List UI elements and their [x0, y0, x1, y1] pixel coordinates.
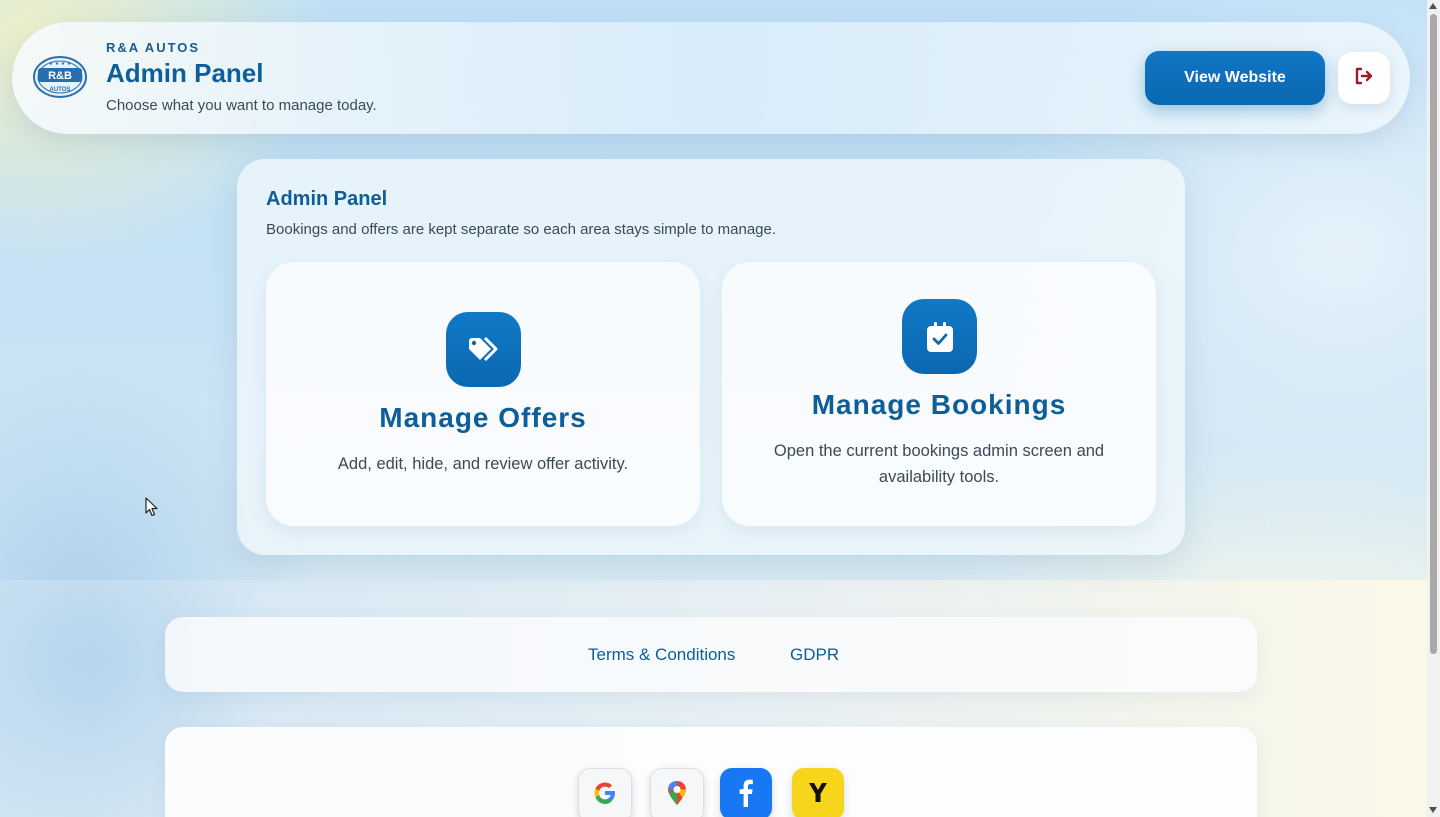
- manage-bookings-card[interactable]: Manage Bookings Open the current booking…: [722, 262, 1156, 526]
- map-pin-icon: [665, 780, 689, 811]
- svg-text:AUTOS: AUTOS: [50, 87, 71, 93]
- logo: R&B AUTOS ★ ★ ★ ★: [32, 54, 88, 100]
- mouse-cursor-icon: [145, 497, 159, 517]
- page-scrollbar[interactable]: [1427, 0, 1440, 817]
- panel-title: Admin Panel: [266, 188, 388, 210]
- svg-text:★ ★ ★ ★: ★ ★ ★ ★: [49, 61, 72, 67]
- yelp-icon: [805, 779, 831, 810]
- manage-bookings-title: Manage Bookings: [811, 389, 1067, 420]
- svg-text:R&B: R&B: [48, 70, 72, 82]
- yelp-link[interactable]: [792, 768, 844, 817]
- scroll-thumb[interactable]: [1430, 14, 1437, 654]
- panel-description: Bookings and offers are kept separate so…: [266, 221, 777, 238]
- manage-bookings-description: Open the current bookings admin screen a…: [773, 442, 1105, 486]
- scroll-down-icon[interactable]: [1429, 807, 1437, 813]
- view-website-button[interactable]: View Website: [1145, 51, 1325, 105]
- terms-link[interactable]: Terms & Conditions: [588, 645, 735, 665]
- logout-icon: [1354, 67, 1374, 90]
- facebook-link[interactable]: [720, 768, 772, 817]
- page-subtitle: Choose what you want to manage today.: [106, 97, 377, 114]
- admin-panel-card: Admin Panel Bookings and offers are kept…: [237, 159, 1185, 555]
- social-links: [165, 727, 1257, 817]
- brand-name: R&A AUTOS: [106, 40, 201, 55]
- manage-offers-title: Manage Offers: [379, 402, 587, 433]
- tags-icon: [446, 312, 521, 387]
- calendar-check-icon: [902, 299, 977, 374]
- facebook-icon: [733, 777, 759, 812]
- footer-links: Terms & Conditions GDPR: [165, 617, 1257, 692]
- google-icon: [592, 780, 618, 811]
- manage-offers-card[interactable]: Manage Offers Add, edit, hide, and revie…: [266, 262, 700, 526]
- page-title: Admin Panel: [106, 58, 264, 88]
- scroll-up-icon[interactable]: [1429, 3, 1437, 9]
- google-link[interactable]: [578, 768, 632, 817]
- header: R&B AUTOS ★ ★ ★ ★ R&A AUTOS Admin Panel …: [12, 22, 1410, 134]
- manage-offers-description: Add, edit, hide, and review offer activi…: [337, 455, 629, 473]
- logout-button[interactable]: [1338, 52, 1390, 104]
- gdpr-link[interactable]: GDPR: [790, 645, 839, 665]
- google-maps-link[interactable]: [650, 768, 704, 817]
